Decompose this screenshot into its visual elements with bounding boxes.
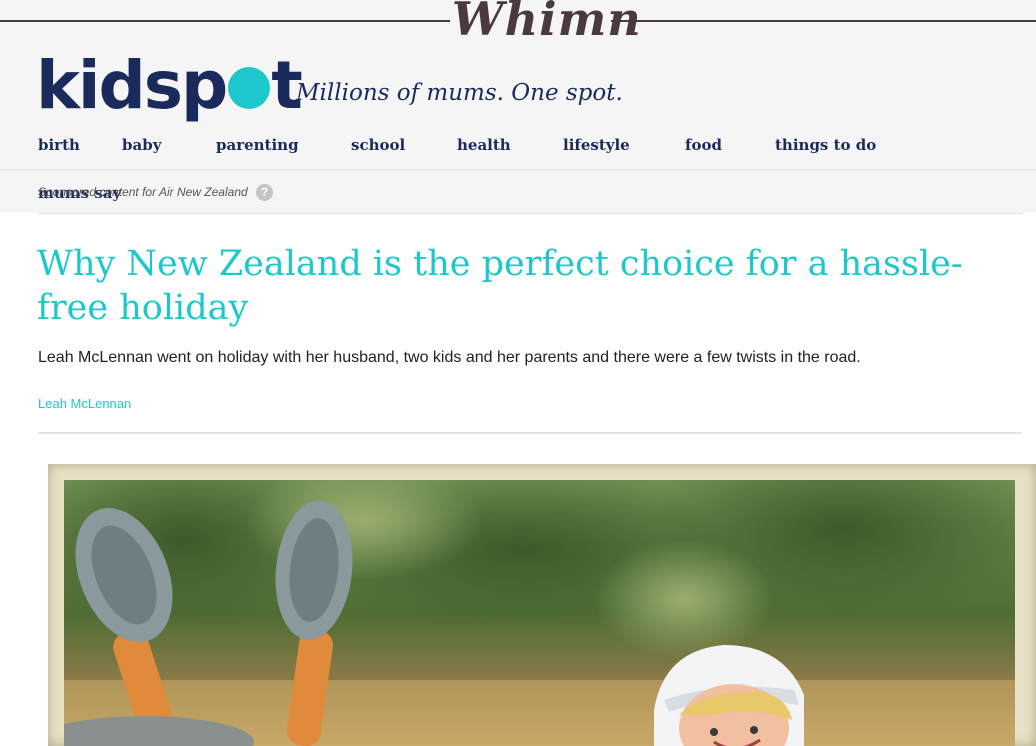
hero-photo — [64, 480, 1015, 746]
nav-item-things-to-do[interactable]: things to do — [775, 136, 876, 154]
logo-dot-icon — [228, 66, 271, 109]
nav-item-birth[interactable]: birth — [38, 136, 80, 154]
article-standfirst: Leah McLennan went on holiday with her h… — [38, 349, 861, 366]
nav-item-health[interactable]: health — [457, 136, 511, 154]
article-title: Why New Zealand is the perfect choice fo… — [37, 244, 963, 328]
sponsored-label: Sponsored content for Air New Zealand — [38, 185, 248, 199]
logo-text-left: kidsp — [36, 47, 228, 124]
kidspot-logo[interactable]: kidsp t — [36, 46, 303, 126]
whimn-logo[interactable]: Whimn — [452, 0, 642, 46]
site-header: Whimn kidsp t Millions of mums. One spot.… — [0, 0, 1036, 213]
subnav-divider — [0, 169, 1036, 170]
content-divider — [38, 432, 1022, 434]
tagline: Millions of mums. One spot. — [296, 80, 623, 106]
header-divider — [38, 213, 1022, 214]
top-rule-right — [611, 20, 1036, 22]
nav-item-baby[interactable]: baby — [122, 136, 161, 154]
nav-item-food[interactable]: food — [685, 136, 722, 154]
hero-photo-image — [64, 480, 1015, 746]
nav-item-school[interactable]: school — [351, 136, 405, 154]
nav-item-parenting[interactable]: parenting — [216, 136, 299, 154]
help-icon[interactable]: ? — [256, 184, 273, 201]
author-link[interactable]: Leah McLennan — [38, 396, 131, 411]
nav-item-lifestyle[interactable]: lifestyle — [563, 136, 630, 154]
top-rule-left — [0, 20, 450, 22]
